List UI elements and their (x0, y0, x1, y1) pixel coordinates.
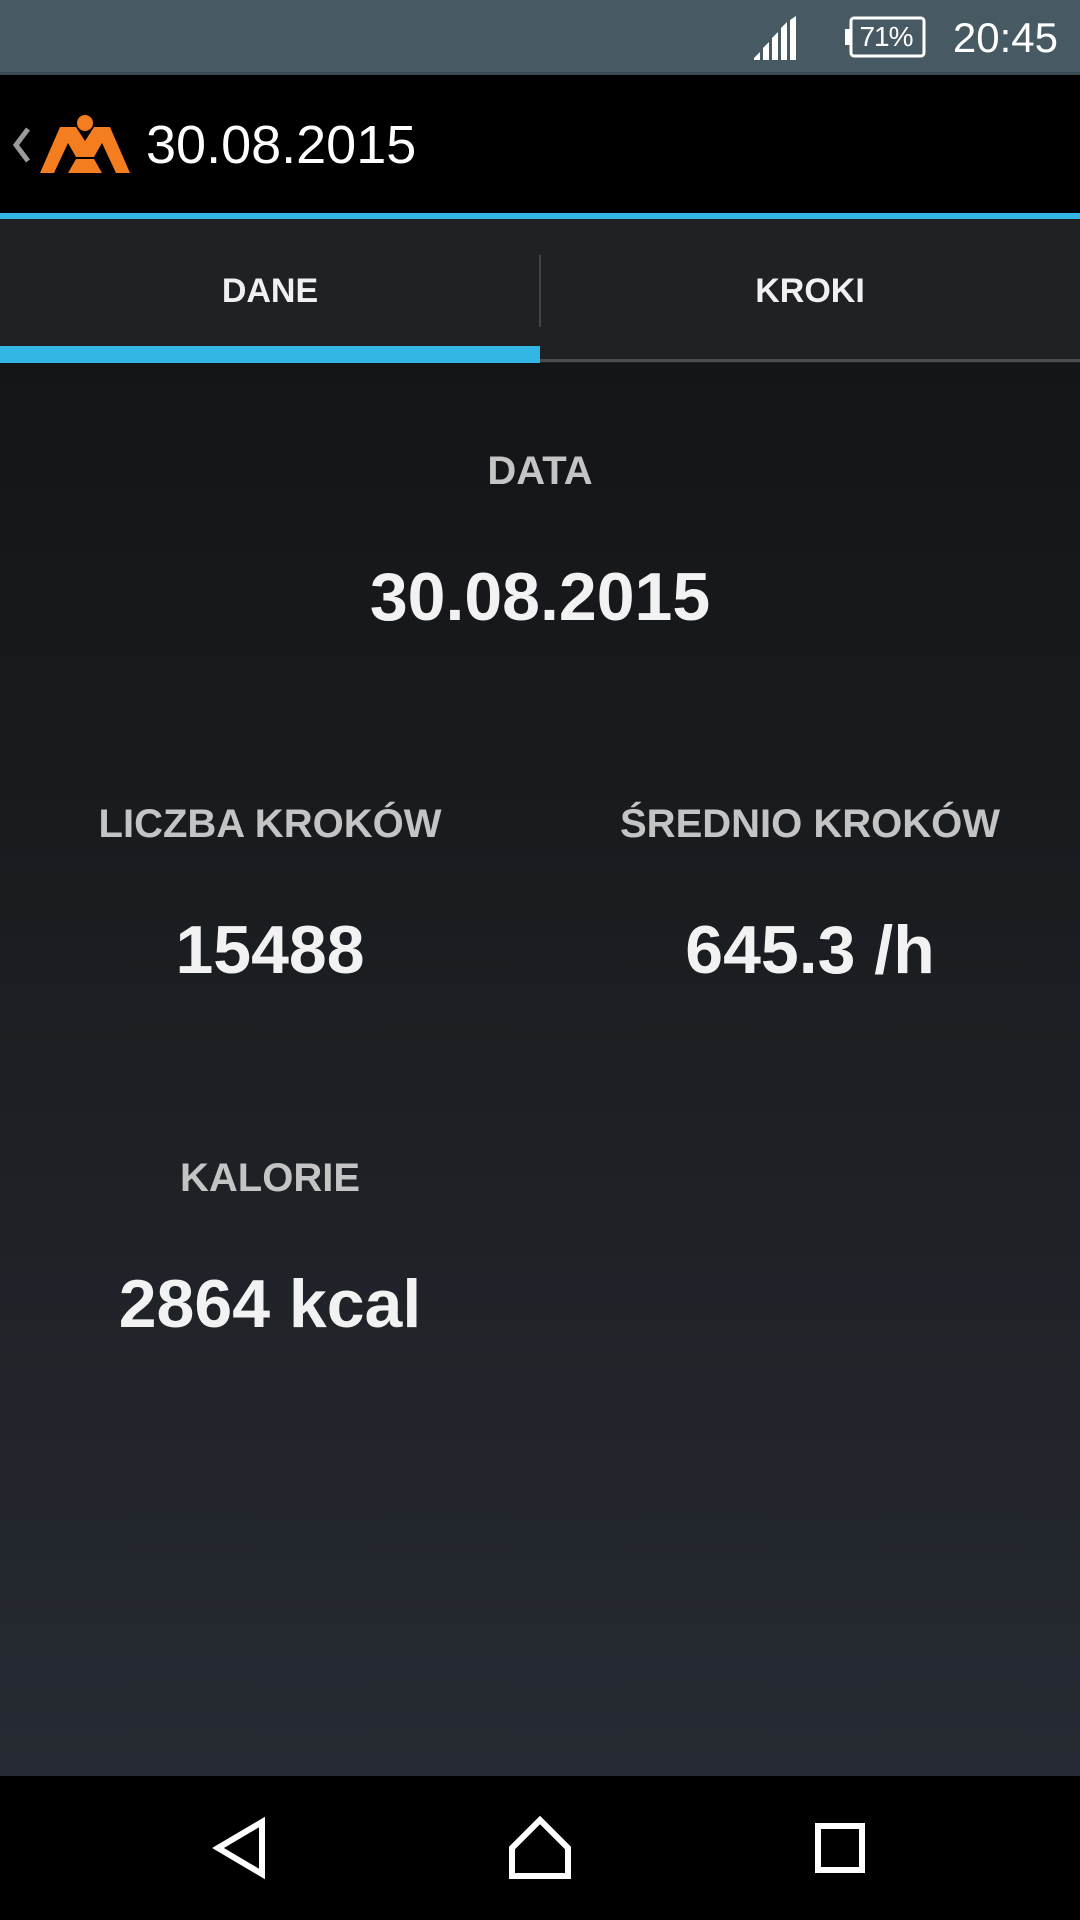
tab-kroki-label: KROKI (755, 272, 865, 310)
tab-kroki[interactable]: KROKI (540, 219, 1080, 363)
recents-icon[interactable] (790, 1798, 890, 1898)
tab-selected-indicator (0, 346, 540, 363)
steps-value: 15488 (175, 912, 365, 988)
tab-dane[interactable]: DANE (0, 219, 540, 363)
status-bar: 71% 20:45 (0, 0, 1080, 75)
battery-level: 71% (859, 21, 913, 52)
stats-panel: DATA 30.08.2015 LICZBA KROKÓW 15488 ŚRED… (0, 363, 1080, 1776)
chevron-left-icon[interactable] (10, 125, 34, 165)
action-bar: 30.08.2015 (0, 75, 1080, 213)
steps-label: LICZBA KROKÓW (98, 802, 442, 846)
navigation-bar (0, 1776, 1080, 1920)
clock: 20:45 (952, 14, 1058, 61)
signal-icon (754, 16, 796, 60)
calories-value: 2864 kcal (118, 1266, 422, 1342)
page-title: 30.08.2015 (146, 115, 417, 175)
tab-baseline (540, 359, 1080, 362)
home-icon[interactable] (490, 1798, 590, 1898)
back-triangle-icon[interactable] (190, 1798, 290, 1898)
date-label: DATA (487, 449, 593, 493)
avg-steps-label: ŚREDNIO KROKÓW (620, 802, 1000, 846)
tab-dane-label: DANE (221, 272, 319, 310)
date-value: 30.08.2015 (369, 559, 711, 635)
screen: 71% 20:45 30.08.2015 DANE KROKI DATA 30.… (0, 0, 1080, 1920)
app-logo[interactable] (38, 113, 132, 175)
tab-bar: DANE KROKI (0, 219, 1080, 363)
calories-label: KALORIE (180, 1156, 360, 1200)
avg-steps-value: 645.3 /h (685, 912, 935, 988)
